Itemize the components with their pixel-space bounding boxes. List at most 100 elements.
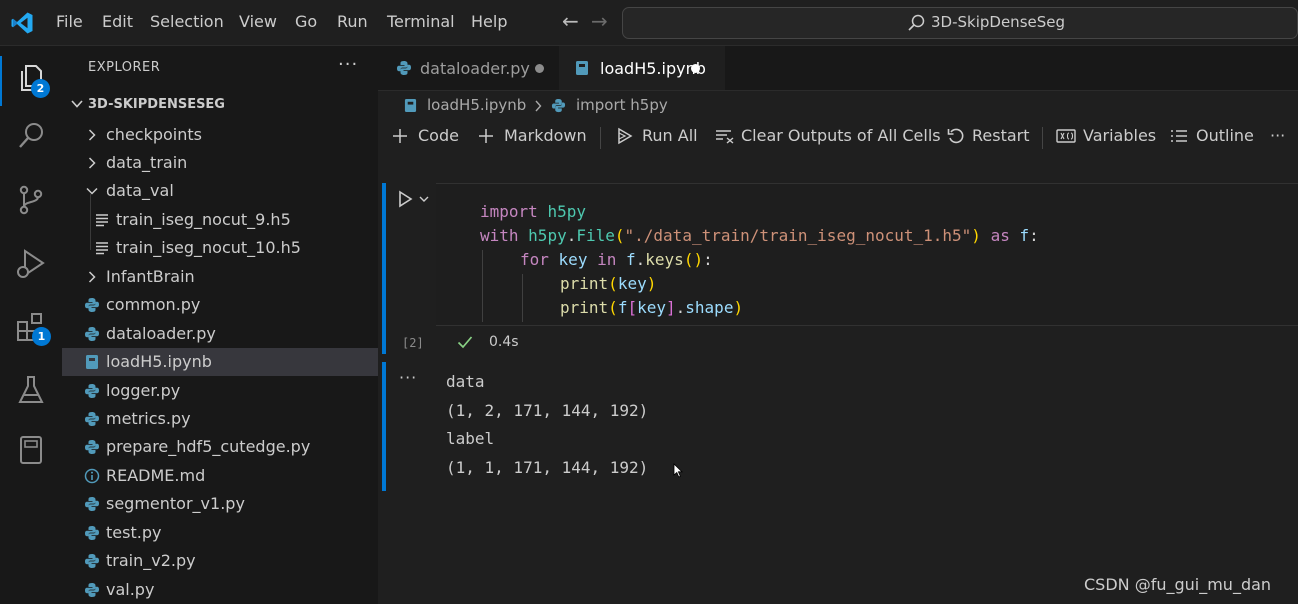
command-center-search[interactable]: 3D-SkipDenseSeg xyxy=(622,7,1298,39)
output-line: data xyxy=(446,372,485,391)
add-markdown-cell-button[interactable]: Markdown xyxy=(478,126,587,145)
chevron-right-icon xyxy=(84,269,100,285)
run-all-icon xyxy=(618,127,633,145)
output-line: label xyxy=(446,429,495,448)
tree-folder[interactable]: data_train xyxy=(62,149,378,177)
outline-button[interactable]: Outline xyxy=(1170,126,1254,145)
indent-guide xyxy=(522,274,523,322)
notebook-panel-icon[interactable] xyxy=(13,432,49,468)
chevron-down-icon[interactable] xyxy=(418,193,430,205)
tree-file[interactable]: train_v2.py xyxy=(62,547,378,575)
output-line: (1, 1, 171, 144, 192) xyxy=(446,458,649,477)
tree-folder[interactable]: data_val xyxy=(62,177,378,205)
plus-icon xyxy=(393,129,407,143)
tree-file[interactable]: train_iseg_nocut_9.h5 xyxy=(62,206,378,234)
unsaved-dot-icon[interactable] xyxy=(691,64,700,73)
variables-button[interactable]: Variables xyxy=(1056,126,1156,145)
menu-terminal[interactable]: Terminal xyxy=(387,12,455,31)
search-icon[interactable] xyxy=(13,118,49,154)
restart-icon xyxy=(947,128,964,144)
tree-item-label: test.py xyxy=(106,523,162,542)
python-icon xyxy=(84,297,100,313)
menu-go[interactable]: Go xyxy=(295,12,317,31)
file-lines-icon xyxy=(94,212,110,228)
python-icon xyxy=(84,582,100,598)
title-bar: File Edit Selection View Go Run Terminal… xyxy=(0,0,1298,46)
chevron-right-icon xyxy=(84,127,100,143)
tree-file[interactable]: logger.py xyxy=(62,377,378,405)
clear-outputs-button[interactable]: Clear Outputs of All Cells xyxy=(715,126,941,145)
activity-bar: 2 1 xyxy=(0,46,62,604)
unsaved-dot-icon[interactable] xyxy=(535,64,544,73)
chevron-right-icon xyxy=(84,155,100,171)
breadcrumb-file[interactable]: loadH5.ipynb xyxy=(427,96,526,114)
tab-loadh5-ipynb[interactable]: loadH5.ipynb xyxy=(559,46,725,90)
tab-label: dataloader.py xyxy=(420,59,530,78)
output-line: (1, 2, 171, 144, 192) xyxy=(446,401,649,420)
code-cell-editor[interactable]: import h5py with h5py.File("./data_train… xyxy=(436,183,1298,326)
tree-item-label: common.py xyxy=(106,295,201,314)
indent-guide xyxy=(482,250,483,322)
add-code-cell-button[interactable]: Code xyxy=(392,126,459,145)
tree-file[interactable]: common.py xyxy=(62,291,378,319)
code-line: with h5py.File("./data_train/train_iseg_… xyxy=(480,226,1039,245)
vscode-logo-icon xyxy=(11,12,33,34)
workspace-name: 3D-SkipDenseSeg xyxy=(931,13,1066,31)
tree-file[interactable]: test.py xyxy=(62,519,378,547)
explorer-more-icon[interactable]: ··· xyxy=(338,54,358,75)
tree-folder[interactable]: InfantBrain xyxy=(62,263,378,291)
tree-file[interactable]: val.py xyxy=(62,576,378,604)
cell-focus-bar xyxy=(382,183,386,354)
tree-item-label: loadH5.ipynb xyxy=(106,352,212,371)
run-all-button[interactable]: Run All xyxy=(616,126,698,145)
forward-arrow-icon[interactable]: → xyxy=(591,9,608,33)
tree-file[interactable]: segmentor_v1.py xyxy=(62,490,378,518)
python-icon xyxy=(84,383,100,399)
extensions-badge: 1 xyxy=(32,327,51,346)
tree-item-label: checkpoints xyxy=(106,125,202,144)
tree-item-label: segmentor_v1.py xyxy=(106,494,245,513)
back-arrow-icon[interactable]: ← xyxy=(562,9,579,33)
tree-file[interactable]: loadH5.ipynb xyxy=(62,348,378,376)
file-lines-icon xyxy=(94,240,110,256)
notebook-icon xyxy=(404,99,417,112)
menu-file[interactable]: File xyxy=(56,12,83,31)
tree-file[interactable]: dataloader.py xyxy=(62,320,378,348)
chevron-down-icon xyxy=(71,100,83,108)
source-control-icon[interactable] xyxy=(13,182,49,218)
tree-item-label: data_train xyxy=(106,153,188,172)
workspace-root-folder[interactable]: 3D-SKIPDENSESEG xyxy=(62,93,378,119)
restart-kernel-button[interactable]: Restart xyxy=(947,126,1030,145)
python-icon xyxy=(551,98,566,113)
code-line: print(f[key].shape) xyxy=(560,298,744,317)
tree-file[interactable]: README.md xyxy=(62,462,378,490)
toolbar-separator xyxy=(600,127,601,149)
python-icon xyxy=(84,553,100,569)
python-icon xyxy=(84,411,100,427)
explorer-title: EXPLORER xyxy=(88,60,161,75)
menu-view[interactable]: View xyxy=(239,12,277,31)
output-more-icon[interactable]: ··· xyxy=(399,368,417,387)
outline-list-icon xyxy=(1171,130,1187,142)
tree-file[interactable]: metrics.py xyxy=(62,405,378,433)
mouse-cursor-icon xyxy=(673,463,683,478)
tab-label: loadH5.ipynb xyxy=(600,59,706,78)
menu-help[interactable]: Help xyxy=(471,12,507,31)
run-debug-icon[interactable] xyxy=(13,246,49,282)
menu-selection[interactable]: Selection xyxy=(150,12,224,31)
menu-edit[interactable]: Edit xyxy=(102,12,133,31)
chevron-down-icon xyxy=(84,183,100,199)
python-icon xyxy=(84,326,100,342)
tree-file[interactable]: train_iseg_nocut_10.h5 xyxy=(62,234,378,262)
tree-folder[interactable]: checkpoints xyxy=(62,121,378,149)
breadcrumb-symbol[interactable]: import h5py xyxy=(576,96,668,114)
menu-run[interactable]: Run xyxy=(337,12,368,31)
run-cell-icon[interactable] xyxy=(396,190,414,208)
toolbar-more-icon[interactable]: ··· xyxy=(1270,126,1285,145)
editor-tabs: dataloader.py loadH5.ipynb xyxy=(378,46,1298,91)
testing-flask-icon[interactable] xyxy=(13,372,49,408)
toolbar-separator xyxy=(1042,127,1043,149)
tab-dataloader-py[interactable]: dataloader.py xyxy=(378,46,558,90)
tree-item-label: prepare_hdf5_cutedge.py xyxy=(106,437,311,456)
tree-file[interactable]: prepare_hdf5_cutedge.py xyxy=(62,433,378,461)
